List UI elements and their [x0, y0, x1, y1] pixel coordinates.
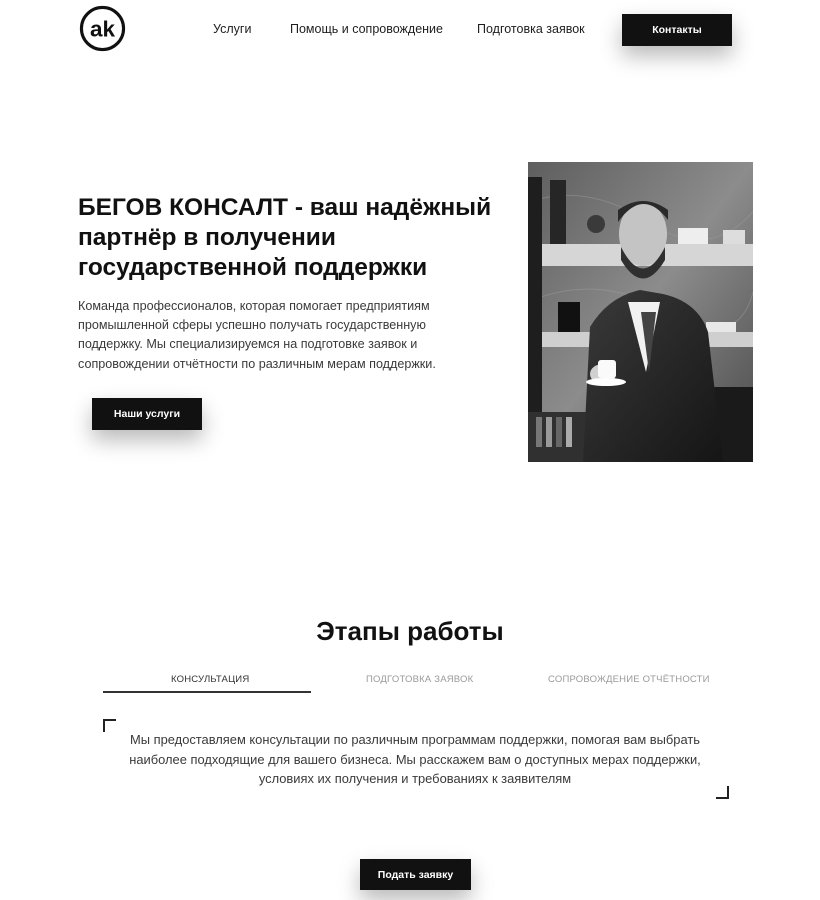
- stage-description: Мы предоставляем консультации по различн…: [129, 732, 701, 787]
- submit-application-button[interactable]: Подать заявку: [360, 859, 471, 890]
- active-tab-underline: [103, 691, 311, 693]
- logo-text: ak: [90, 16, 116, 41]
- brand-logo[interactable]: ak: [79, 5, 126, 52]
- tab-consultation[interactable]: Консультация: [171, 674, 249, 685]
- tab-reporting[interactable]: Сопровождение отчётности: [548, 674, 710, 685]
- stages-title: Этапы работы: [316, 616, 504, 646]
- tab-applications[interactable]: Подготовка заявок: [366, 674, 473, 685]
- hero-description: Команда профессионалов, которая помогает…: [78, 299, 436, 371]
- our-services-button[interactable]: Наши услуги: [92, 398, 202, 430]
- nav-applications[interactable]: Подготовка заявок: [477, 22, 585, 36]
- hero-title: БЕГОВ КОНСАЛТ - ваш надёжный партнёр в п…: [78, 194, 492, 281]
- nav-services[interactable]: Услуги: [213, 22, 251, 36]
- nav-help-support[interactable]: Помощь и сопровождение: [290, 22, 443, 36]
- founder-photo: [528, 162, 753, 462]
- contacts-button[interactable]: Контакты: [622, 14, 732, 46]
